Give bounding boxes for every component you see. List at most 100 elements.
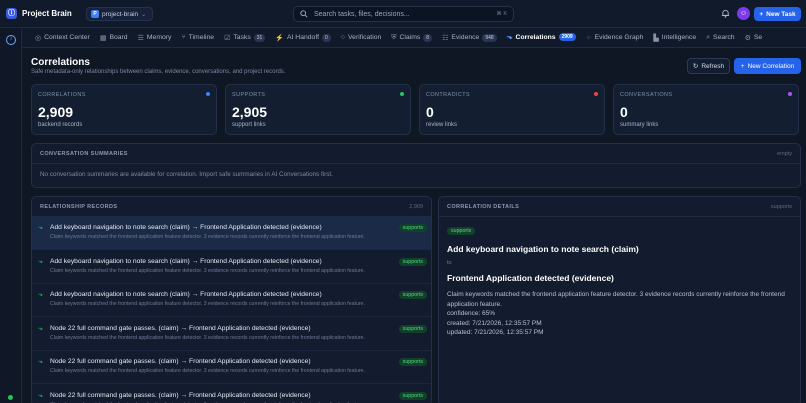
tab-icon: ☑ [224,34,231,42]
stat-card-supports: SUPPORTS 2,905 support links [225,84,411,135]
stat-dot-icon [594,92,598,96]
stat-dot-icon [400,92,404,96]
project-name: project-brain [102,10,139,18]
tab-label: Se [753,34,763,41]
table-row[interactable]: ⬎ Add keyboard navigation to note search … [32,217,431,250]
status-badge: supports [398,224,427,232]
tab-label: Memory [146,34,172,41]
new-task-button[interactable]: + New Task [754,7,801,21]
refresh-icon: ↻ [692,63,699,70]
tab-icon: ⛨ [391,33,397,41]
tab-label: AI Handoff [287,34,319,41]
panel-heading: CONVERSATION SUMMARIES [40,151,128,157]
tab-evidence[interactable]: ☷ Evidence 948 [437,28,502,47]
status-badge: supports [398,358,427,366]
tab-icon: ▙ [653,34,659,42]
status-dot-icon [8,395,13,400]
detail-source-title: Add keyboard navigation to note search (… [447,244,639,254]
tab-icon: ▦ [99,34,107,42]
page-title: Correlations [31,57,90,68]
search-placeholder: Search tasks, files, decisions... [314,10,410,18]
tab-icon: ○ [340,34,346,41]
new-correlation-label: New Correlation [747,62,795,70]
project-badge: P [91,10,99,18]
new-correlation-button[interactable]: + New Correlation [734,58,801,74]
stat-value: 2,905 [232,104,268,120]
tab-icon: ⚡ [275,34,284,42]
tab-label: Claims [399,34,421,41]
tab-intelligence[interactable]: ▙ Intelligence [648,28,701,47]
tab-claims[interactable]: ⛨ Claims 8 [386,28,437,47]
stat-caption: summary links [620,122,659,128]
table-row[interactable]: ⬎ Node 22 full command gate passes. (clai… [32,318,431,351]
tab-evidence-graph[interactable]: ⁘ Evidence Graph [581,28,649,47]
record-title: Node 22 full command gate passes. (claim… [50,324,311,332]
tab-icon: ◎ [35,34,42,42]
panel-heading: RELATIONSHIP RECORDS [40,204,118,210]
record-description: Claim keywords matched the frontend appl… [50,234,365,240]
table-row[interactable]: ⬎ Add keyboard navigation to note search … [32,251,431,284]
info-icon[interactable]: i [6,35,16,45]
detail-updated: updated: 7/21/2026, 12:35:57 PM [447,329,544,336]
record-title: Node 22 full command gate passes. (claim… [50,391,311,399]
table-row[interactable]: ⬎ Add keyboard navigation to note search … [32,284,431,317]
project-selector[interactable]: P project-brain ⌄ [86,7,154,21]
refresh-label: Refresh [701,62,725,70]
tab-count-badge: 31 [253,33,266,42]
tab-icon: ☷ [442,34,449,42]
search-input[interactable]: Search tasks, files, decisions... ⌘ K [293,6,514,22]
link-icon: ⬎ [38,225,44,231]
new-task-label: New Task [766,10,796,18]
tab-icon: ⬎ [506,34,513,41]
detail-target-title: Frontend Application detected (evidence) [447,273,614,283]
panel-heading: CORRELATION DETAILS [447,204,520,210]
stat-label: CORRELATIONS [38,92,86,98]
brain-logo-icon: ⓘ [6,8,17,19]
tab-label: Evidence Graph [594,34,644,41]
link-icon: ⬎ [38,392,44,399]
table-row[interactable]: ⬎ Node 22 full command gate passes. (clai… [32,385,431,403]
top-bar: ⓘ Project Brain P project-brain ⌄ Search… [0,0,806,28]
record-title: Node 22 full command gate passes. (claim… [50,358,311,365]
status-badge: supports [398,291,427,299]
record-title: Add keyboard navigation to note search (… [50,291,322,298]
page-subtitle: Safe metadata-only relationships between… [31,69,286,75]
tab-se[interactable]: ⚙ Se [740,28,768,47]
tab-ai-handoff[interactable]: ⚡ AI Handoff 0 [270,28,336,47]
avatar[interactable]: ☺ [737,7,750,20]
chevron-down-icon: ⌄ [141,11,147,18]
refresh-button[interactable]: ↻ Refresh [687,58,730,74]
tab-label: Verification [348,34,382,41]
tab-icon: ⌕ [706,33,711,41]
table-row[interactable]: ⬎ Node 22 full command gate passes. (clai… [32,351,431,384]
tab-timeline[interactable]: ⑂ Timeline [176,28,219,47]
search-icon [300,10,308,18]
panel-meta: 2,909 [409,204,423,210]
tab-label: Evidence [451,34,480,41]
tab-icon: ☰ [137,34,144,42]
left-rail: i [0,28,22,403]
tab-tasks[interactable]: ☑ Tasks 31 [219,28,270,47]
relationship-records-panel: RELATIONSHIP RECORDS 2,909 ⬎ Add keyboard… [31,196,432,403]
divider [32,163,800,164]
tab-icon: ⚙ [744,34,751,42]
tab-board[interactable]: ▦ Board [95,28,133,47]
record-description: Claim keywords matched the frontend appl… [50,334,365,341]
tab-label: Context Center [44,34,90,41]
tab-verification[interactable]: ○ Verification [336,28,386,47]
status-badge: supports [398,257,427,266]
stat-label: CONTRADICTS [426,92,471,98]
tab-count-badge: 2909 [558,33,576,41]
tab-correlations[interactable]: ⬎ Correlations 2909 [501,28,581,47]
detail-created: created: 7/21/2026, 12:35:57 PM [447,319,542,327]
detail-confidence: confidence: 65% [447,310,496,317]
panel-meta: supports [770,204,792,210]
bell-icon[interactable] [721,9,730,18]
tab-memory[interactable]: ☰ Memory [133,28,177,47]
stat-value: 2,909 [38,104,74,120]
tab-label: Correlations [515,33,556,41]
status-badge: supports [398,391,427,400]
stat-dot-icon [206,92,210,96]
tab-search[interactable]: ⌕ Search [701,28,739,47]
tab-context-center[interactable]: ◎ Context Center [30,28,95,47]
